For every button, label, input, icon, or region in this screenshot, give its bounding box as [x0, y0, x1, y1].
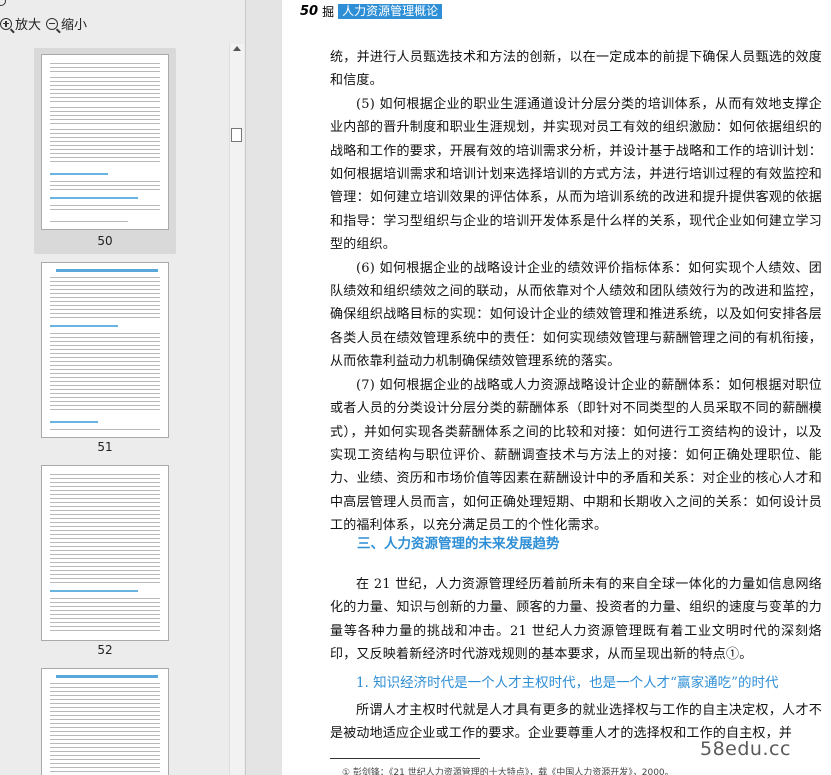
thumbnail-page-number: 50 — [97, 234, 113, 248]
paragraph: (6) 如何根据企业的战略设计企业的绩效评价指标体系：如何实现个人绩效、团队绩效… — [330, 260, 822, 370]
thumbnail-page-50[interactable]: 50 — [34, 48, 176, 254]
zoom-in-label: 放大 — [15, 18, 42, 33]
zoom-in-icon — [0, 17, 15, 34]
paragraph: (5) 如何根据企业的职业生涯通道设计分层分类的培训体系，从而有效地支撑企业内部… — [330, 96, 822, 253]
thumbnail-image — [41, 465, 169, 641]
running-header: 50 掘 人力资源管理概论 — [300, 2, 443, 20]
thumbnail-panel: 放大 缩小 50 51 52 — [0, 0, 246, 775]
thumbnail-page-53[interactable] — [34, 662, 176, 775]
thumbnail-page-51[interactable]: 51 — [34, 256, 176, 456]
zoom-out-icon — [46, 17, 61, 34]
paragraph: 统，并进行人员甄选技术和方法的创新，以在一定成本的前提下确保人员甄选的效度和信度… — [330, 50, 822, 89]
thumbnail-image — [41, 54, 169, 230]
document-page: 50 掘 人力资源管理概论 统，并进行人员甄选技术和方法的创新，以在一定成本的前… — [282, 0, 831, 775]
thumbnail-image — [41, 262, 169, 438]
thumbnail-scrollbar[interactable] — [229, 44, 244, 775]
thumbnail-image — [41, 668, 169, 775]
page-number: 50 — [300, 3, 319, 19]
footnote: ① 彭剑锋：《21 世纪人力资源管理的十大特点》，载《中国人力资源开发》，200… — [342, 768, 674, 775]
zoom-out-button[interactable]: 缩小 — [46, 14, 88, 34]
thumbnail-page-number: 52 — [97, 643, 113, 657]
sub-heading: 1. 知识经济时代是一个人才主权时代，也是一个人才“赢家通吃”的时代 — [356, 675, 779, 691]
page-gutter — [246, 0, 282, 775]
thumbnail-page-52[interactable]: 52 — [34, 459, 176, 659]
scroll-up-arrow-icon[interactable] — [233, 46, 241, 51]
thumbnail-page-number: 51 — [97, 440, 113, 454]
watermark: 58edu.cc — [700, 738, 791, 760]
paragraph: 在 21 世纪，人力资源管理经历着前所未有的来自全球一体化的力量如信息网络化的力… — [330, 577, 822, 663]
body-text: 统，并进行人员甄选技术和方法的创新，以在一定成本的前提下确保人员甄选的效度和信度… — [330, 46, 822, 538]
search-icon[interactable] — [0, 0, 6, 6]
header-mark: 掘 — [322, 4, 335, 19]
zoom-toolbar: 放大 缩小 — [0, 14, 240, 38]
footnote-divider — [330, 758, 480, 759]
section-heading: 三、人力资源管理的未来发展趋势 — [357, 536, 560, 552]
zoom-in-button[interactable]: 放大 — [0, 14, 42, 34]
paragraph: (7) 如何根据企业的战略或人力资源战略设计企业的薪酬体系：如何根据对职位或者人… — [330, 377, 822, 534]
header-title: 人力资源管理概论 — [338, 3, 443, 19]
zoom-out-label: 缩小 — [61, 18, 88, 33]
section-body: 在 21 世纪，人力资源管理经历着前所未有的来自全球一体化的力量如信息网络化的力… — [330, 573, 822, 667]
scrollbar-thumb[interactable] — [231, 128, 242, 142]
